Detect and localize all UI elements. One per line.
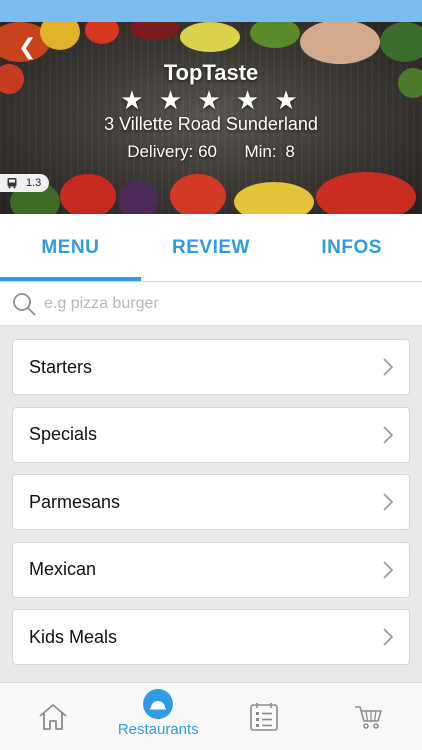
search-bar bbox=[0, 282, 422, 326]
min-value: 8 bbox=[285, 142, 295, 161]
tab-label: MENU bbox=[41, 236, 100, 258]
decor-veg bbox=[234, 182, 314, 214]
tab-review[interactable]: REVIEW bbox=[141, 214, 282, 281]
menu-category-mexican[interactable]: Mexican bbox=[12, 541, 410, 598]
home-icon bbox=[39, 703, 67, 730]
status-bar bbox=[0, 0, 422, 22]
menu-category-starters[interactable]: Starters bbox=[12, 339, 410, 395]
delivery-info: Delivery: 60 Min: 8 bbox=[0, 142, 422, 162]
chevron-right-icon bbox=[383, 358, 393, 376]
tab-bar: MENU REVIEW INFOS bbox=[0, 214, 422, 282]
menu-category-kids-meals[interactable]: Kids Meals bbox=[12, 609, 410, 665]
restaurant-name: TopTaste bbox=[163, 60, 259, 85]
nav-home[interactable] bbox=[0, 683, 106, 750]
tab-infos[interactable]: INFOS bbox=[281, 214, 422, 281]
menu-category-label: Parmesans bbox=[29, 491, 121, 512]
decor-veg bbox=[180, 22, 240, 52]
decor-veg bbox=[130, 22, 180, 40]
nav-restaurants-label: Restaurants bbox=[117, 721, 199, 738]
delivery-value: 60 bbox=[198, 142, 217, 161]
menu-category-parmesans[interactable]: Parmesans bbox=[12, 474, 410, 530]
menu-category-list: Starters Specials Parmesans Mexican Kids… bbox=[12, 339, 410, 677]
restaurants-icon bbox=[143, 689, 174, 719]
nav-orders[interactable] bbox=[211, 683, 317, 750]
decor-veg bbox=[250, 22, 300, 48]
rating-stars: ★ ★ ★ ★ ★ bbox=[120, 85, 302, 115]
restaurant-hero: ❮ TopTaste ★ ★ ★ ★ ★ 3 Villette Road Sun… bbox=[0, 22, 422, 214]
menu-category-label: Kids Meals bbox=[29, 626, 118, 647]
decor-veg bbox=[170, 174, 226, 214]
search-icon bbox=[13, 292, 36, 315]
back-button[interactable]: ❮ bbox=[18, 36, 42, 60]
menu-category-label: Mexican bbox=[29, 559, 97, 579]
bus-icon bbox=[7, 178, 17, 189]
bottom-nav: Restaurants bbox=[0, 682, 422, 750]
restaurant-address: 3 Villette Road Sunderland bbox=[104, 114, 318, 134]
decor-veg bbox=[380, 22, 422, 62]
menu-category-specials[interactable]: Specials bbox=[12, 406, 410, 463]
tab-label: REVIEW bbox=[172, 236, 250, 258]
decor-veg bbox=[85, 22, 119, 44]
decor-veg bbox=[60, 174, 116, 214]
menu-category-label: Specials bbox=[29, 424, 98, 444]
delivery-label: Delivery: bbox=[127, 142, 194, 161]
chevron-right-icon bbox=[383, 493, 393, 511]
menu-category-label: Starters bbox=[29, 356, 93, 377]
decor-veg bbox=[316, 172, 416, 214]
decor-veg bbox=[118, 180, 158, 214]
nav-cart[interactable] bbox=[317, 683, 422, 750]
decor-veg bbox=[300, 22, 380, 64]
distance-value: 1.3 bbox=[26, 177, 42, 189]
tab-label: INFOS bbox=[321, 236, 382, 258]
tab-menu[interactable]: MENU bbox=[0, 214, 141, 281]
nav-restaurants[interactable]: Restaurants bbox=[106, 683, 212, 750]
chevron-right-icon bbox=[383, 425, 393, 444]
distance-badge: 1.3 bbox=[0, 174, 50, 192]
chevron-right-icon bbox=[383, 628, 393, 646]
search-input[interactable] bbox=[44, 294, 384, 313]
chevron-right-icon bbox=[383, 560, 393, 579]
min-label: Min: bbox=[244, 142, 277, 161]
list-icon bbox=[249, 702, 278, 731]
cart-icon bbox=[355, 705, 382, 729]
